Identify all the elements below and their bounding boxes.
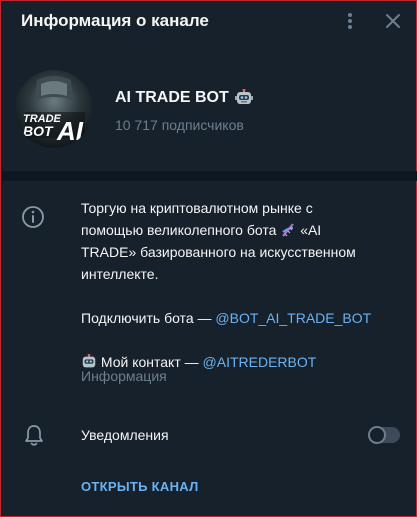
- info-section-label: Информация: [81, 368, 167, 384]
- channel-name-text: AI TRADE BOT: [115, 89, 229, 106]
- description-text: «AI: [300, 222, 322, 238]
- channel-description: Торгую на криптовалютном рынке с помощью…: [81, 197, 391, 373]
- avatar-text-ai: AI: [56, 116, 84, 146]
- channel-profile: TRADE BOT AI AI TRADE BOT 10 717 подписч…: [1, 61, 416, 153]
- robot-icon: [234, 89, 253, 104]
- more-vertical-icon: [348, 13, 352, 29]
- toggle-knob: [368, 426, 386, 444]
- close-icon: [386, 14, 400, 28]
- description-line: TRADE» базированного на искусственном: [81, 244, 356, 260]
- dna-icon: [282, 223, 295, 237]
- connect-bot-line: Подключить бота — @BOT_AI_TRADE_BOT: [81, 307, 391, 329]
- subscriber-count: 10 717 подписчиков: [115, 117, 244, 133]
- notifications-toggle[interactable]: [368, 426, 400, 444]
- notifications-label: Уведомления: [81, 427, 169, 443]
- open-channel-button[interactable]: ОТКРЫТЬ КАНАЛ: [81, 479, 199, 494]
- bell-icon: [25, 425, 43, 446]
- more-menu-button[interactable]: [336, 7, 364, 35]
- contact-link[interactable]: @AITREDERBOT: [203, 354, 317, 370]
- description-line: помощью великолепного бота «AI: [81, 219, 391, 241]
- description-text: помощью великолепного бота: [81, 222, 277, 238]
- description-line: Торгую на криптовалютном рынке с: [81, 200, 313, 216]
- close-button[interactable]: [379, 7, 407, 35]
- avatar[interactable]: TRADE BOT AI: [15, 70, 93, 148]
- avatar-text-bot: BOT: [23, 123, 54, 139]
- connect-bot-prefix: Подключить бота —: [81, 310, 216, 326]
- channel-info-panel: Информация о канале TRADE BOT AI AI TRAD…: [0, 0, 417, 517]
- panel-header: Информация о канале: [1, 1, 416, 41]
- channel-name: AI TRADE BOT: [115, 89, 253, 107]
- bot-link[interactable]: @BOT_AI_TRADE_BOT: [215, 310, 371, 326]
- info-icon: [22, 206, 44, 228]
- description-line: интеллекте.: [81, 266, 159, 282]
- panel-title: Информация о канале: [21, 11, 209, 30]
- section-divider: [2, 171, 417, 181]
